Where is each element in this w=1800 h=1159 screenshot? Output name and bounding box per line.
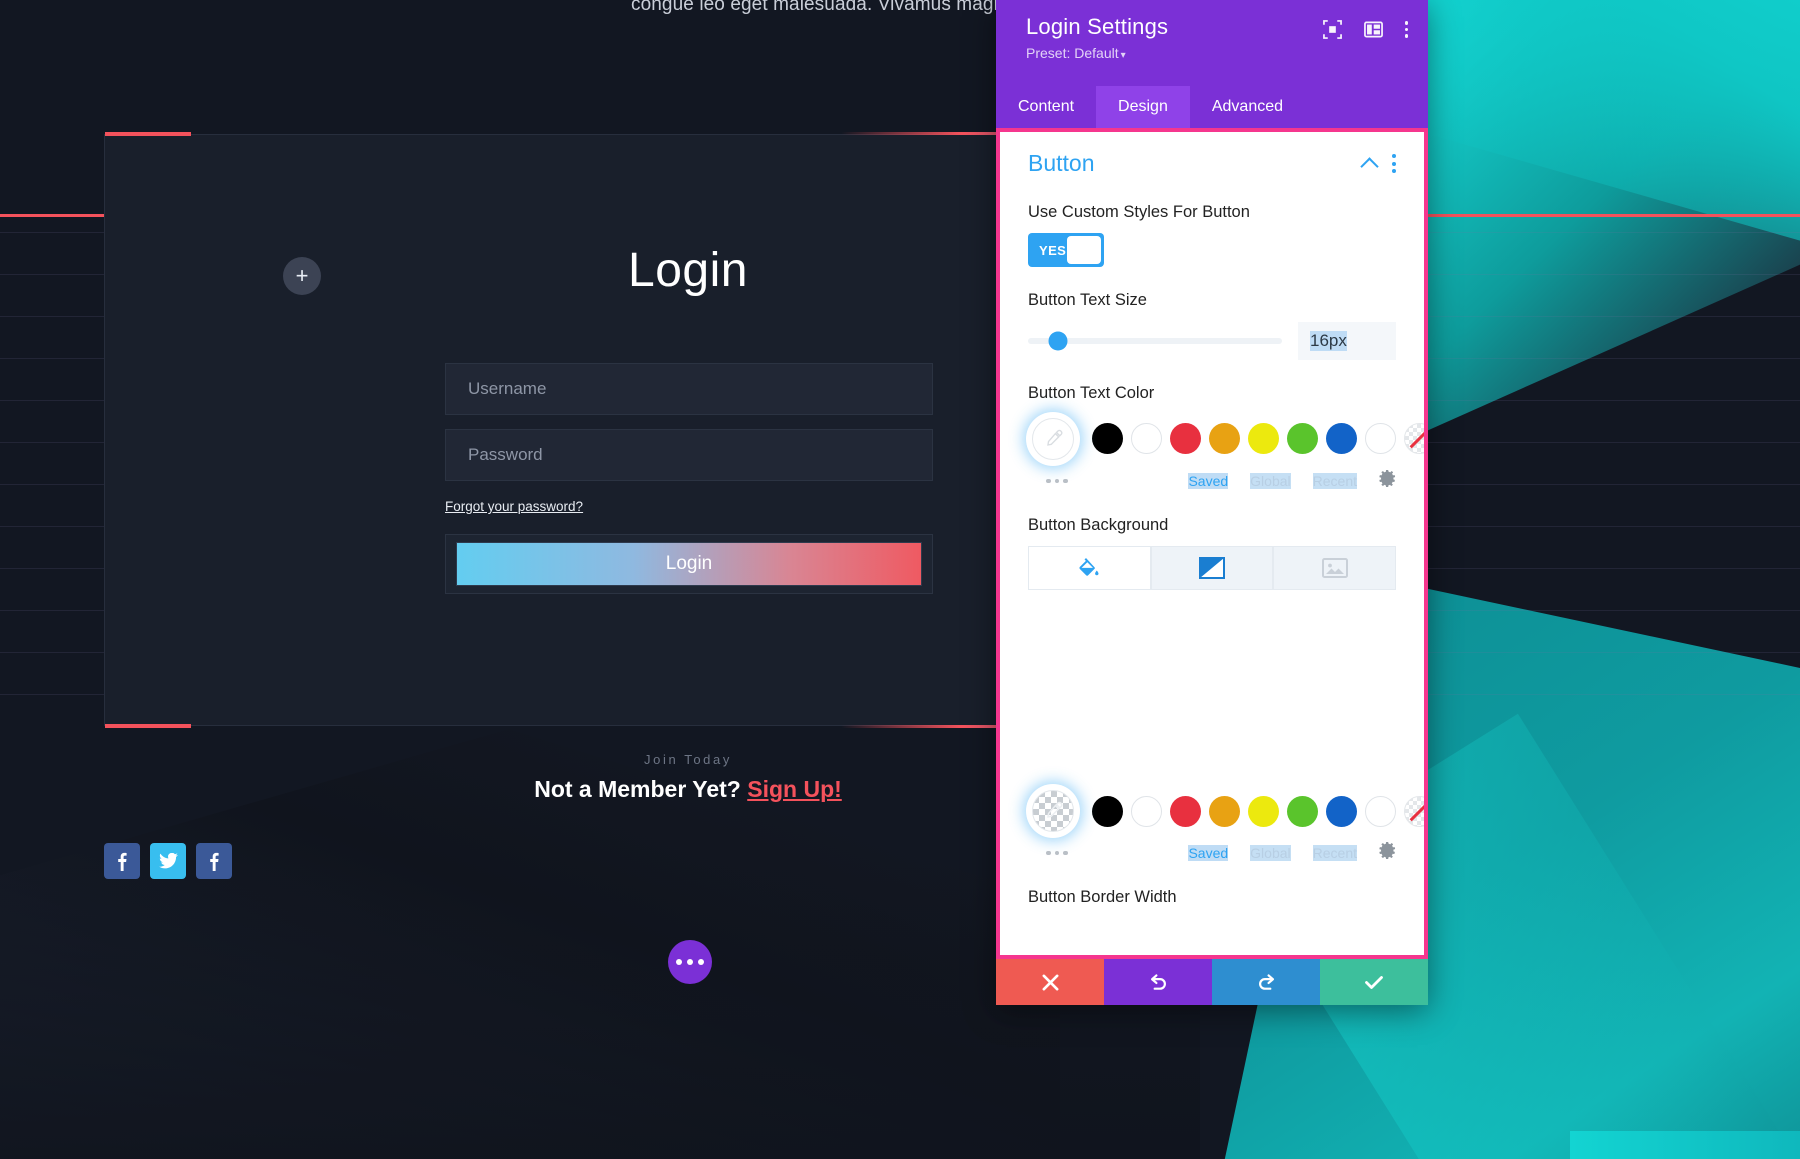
bg-swatch-blue[interactable] [1326,795,1357,827]
text-color-meta: Saved Global Recent [1028,469,1396,492]
bg-saved-colors-link[interactable]: Saved [1188,845,1229,862]
chevron-up-icon[interactable] [1360,156,1379,176]
background-gradient-tab[interactable] [1150,546,1274,591]
text-color-swatches [1028,413,1424,464]
modal-header: Login Settings Preset: Default ▾ [996,0,1428,86]
undo-button[interactable] [1104,959,1212,1005]
facebook-icon-2[interactable] [196,843,232,879]
bg-swatch-none[interactable] [1404,795,1424,827]
website-preview: congue leo eget malesuada. Vivamus magna… [0,0,1800,1159]
swatch-none[interactable] [1404,423,1424,455]
settings-panel: Button Use Custom Styles For Button YES … [996,128,1428,959]
swatch-yellow[interactable] [1248,423,1279,455]
custom-styles-label: Use Custom Styles For Button [1028,203,1250,221]
button-background-label: Button Background [1028,515,1169,534]
global-colors-link[interactable]: Global [1250,472,1291,489]
toggle-knob [1067,236,1101,265]
layout-columns-icon[interactable] [1363,20,1383,39]
settings-panel-body: Button Use Custom Styles For Button YES … [1000,132,1424,955]
save-button[interactable] [1320,959,1428,1005]
button-text-size-control: 16px [1028,321,1396,360]
bg-swatch-yellow[interactable] [1248,795,1279,827]
more-vertical-icon[interactable] [1392,154,1396,173]
gear-icon[interactable] [1379,469,1396,492]
more-horizontal-icon[interactable] [1046,478,1068,484]
preset-label: Preset: Default [1026,45,1119,61]
bg-swatch-white-2[interactable] [1365,795,1396,827]
social-links [104,843,232,879]
text-size-input[interactable]: 16px [1298,321,1396,360]
card-accent-top-left [105,132,191,136]
modal-header-actions [1322,20,1408,39]
login-submit-button[interactable]: Login [456,542,922,586]
swatch-blue[interactable] [1326,423,1357,455]
swatch-white-2[interactable] [1365,423,1396,455]
username-input[interactable]: Username [445,363,933,415]
modal-tabs: Content Design Advanced [996,86,1428,128]
background-solid-color-tab[interactable] [1028,546,1151,591]
decorative-edge-bottom-right [1570,1131,1800,1159]
text-size-slider[interactable] [1028,331,1282,351]
password-input[interactable]: Password [445,429,933,481]
background-color-swatches [1028,786,1424,837]
redo-button[interactable] [1212,959,1320,1005]
text-size-value: 16px [1310,330,1347,351]
button-text-size-label: Button Text Size [1028,291,1147,310]
background-image-tab[interactable] [1273,546,1397,591]
card-accent-bottom-left [105,724,191,728]
slider-handle[interactable] [1048,331,1068,351]
login-form: Username Password Forgot your password? … [445,363,933,594]
page-paragraph: congue leo eget malesuada. Vivamus magna… [631,0,1169,15]
tab-content[interactable]: Content [996,86,1096,128]
tab-design[interactable]: Design [1096,86,1190,128]
bg-recent-colors-link[interactable]: Recent [1312,845,1357,862]
bg-global-colors-link[interactable]: Global [1250,845,1291,862]
eyedropper-icon [1032,417,1074,460]
target-icon[interactable] [1322,20,1342,39]
preset-selector[interactable]: Preset: Default ▾ [1026,45,1398,61]
background-options-area [1028,590,1396,778]
bg-swatch-white[interactable] [1131,795,1162,827]
login-settings-modal: Login Settings Preset: Default ▾ Content… [996,0,1428,1005]
custom-styles-toggle[interactable]: YES [1028,233,1104,268]
swatch-green[interactable] [1287,423,1318,455]
facebook-icon[interactable] [104,843,140,879]
member-prompt-text: Not a Member Yet? [534,776,741,802]
gear-icon[interactable] [1379,842,1396,864]
transparent-eyedropper-icon [1032,790,1074,833]
button-text-color-label: Button Text Color [1028,383,1155,402]
toggle-value: YES [1039,242,1067,258]
modal-footer [996,959,1428,1005]
signup-link[interactable]: Sign Up! [747,776,842,802]
background-color-picker-button[interactable] [1028,786,1078,837]
bg-swatch-green[interactable] [1287,795,1318,827]
color-picker-button[interactable] [1028,413,1078,464]
bg-swatch-orange[interactable] [1209,795,1240,827]
swatch-white[interactable] [1131,423,1162,455]
twitter-icon[interactable] [150,843,186,879]
button-section-header: Button [1028,132,1396,185]
login-button-wrapper: Login [445,534,933,594]
page-settings-fab[interactable] [668,940,712,984]
chevron-down-icon: ▾ [1120,50,1126,61]
bg-swatch-black[interactable] [1092,795,1123,827]
tab-advanced[interactable]: Advanced [1190,86,1305,128]
swatch-red[interactable] [1170,423,1201,455]
bg-swatch-red[interactable] [1170,795,1201,827]
panel-scrollbar[interactable] [1424,194,1428,389]
more-horizontal-icon[interactable] [1046,850,1068,856]
button-border-width-label: Button Border Width [1028,888,1177,907]
swatch-black[interactable] [1092,423,1123,455]
background-color-meta: Saved Global Recent [1028,842,1396,864]
cancel-button[interactable] [996,959,1104,1005]
section-title: Button [1028,150,1095,176]
saved-colors-link[interactable]: Saved [1188,472,1229,489]
background-type-tabs [1028,546,1397,591]
swatch-orange[interactable] [1209,423,1240,455]
more-vertical-icon[interactable] [1404,21,1408,38]
forgot-password-link[interactable]: Forgot your password? [445,499,583,514]
recent-colors-link[interactable]: Recent [1312,472,1357,489]
